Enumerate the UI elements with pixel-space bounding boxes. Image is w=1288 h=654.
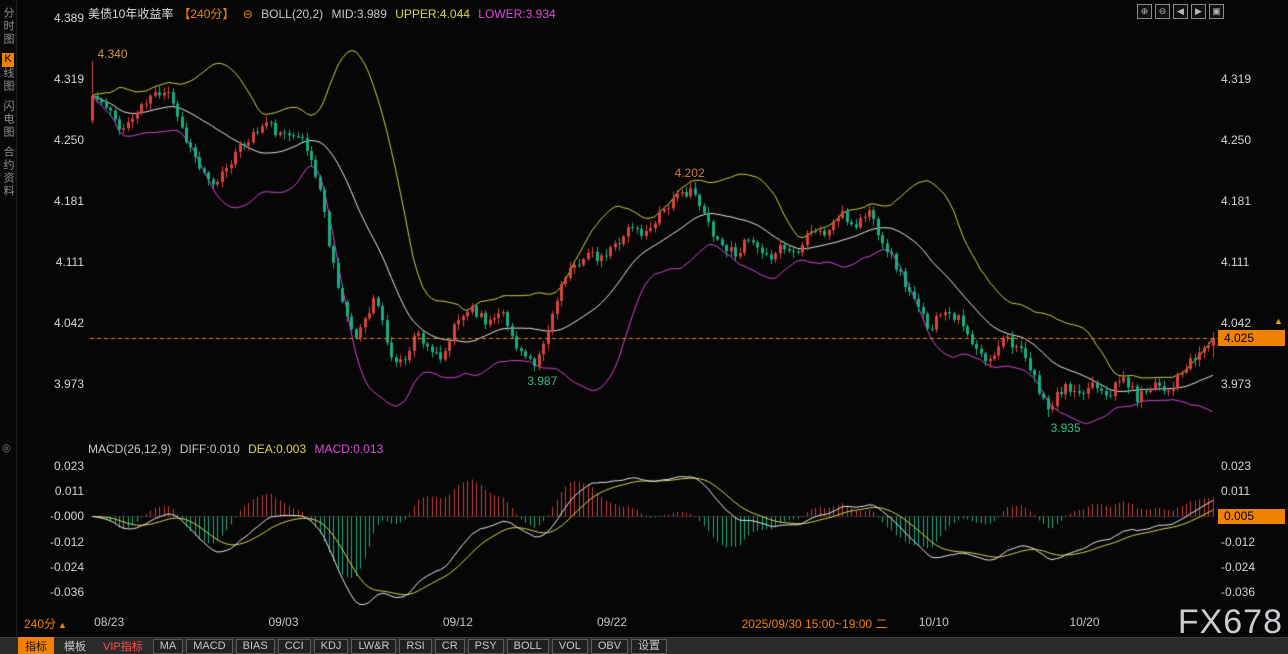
indicator-button-MACD[interactable]: MACD <box>186 639 232 654</box>
price-up-arrow-icon: ▲ <box>1274 316 1283 326</box>
bottom-toolbar: 指标模板VIP指标MAMACD BIASCCIKDJLW&RRSI CRPSYBOL… <box>0 637 1288 654</box>
macd-tick-right: -0.036 <box>1221 585 1255 599</box>
toolbar-tab-VIP指标[interactable]: VIP指标 <box>96 637 150 654</box>
price-tick-right: 4.042 <box>1221 316 1251 330</box>
sidebar-item-3[interactable]: 合约资料 <box>1 146 15 198</box>
sidebar-item-label: 线图 <box>2 67 14 93</box>
sidebar-item-1[interactable]: K线图 <box>1 53 15 93</box>
left-sidebar: 分时图 K线图闪电图合约资料 <box>0 0 17 636</box>
macd-tick-left: -0.012 <box>44 535 84 549</box>
time-tick-label: 09/12 <box>443 615 473 629</box>
macd-tick-right: -0.012 <box>1221 535 1255 549</box>
indicator-button-RSI[interactable]: RSI <box>399 639 431 654</box>
time-tick-label: 09/03 <box>268 615 298 629</box>
indicator-button-BOLL[interactable]: BOLL <box>507 639 549 654</box>
time-tick-label: 09/22 <box>597 615 627 629</box>
time-axis: 240分▲ 08/23 09/03 09/12 09/22 10/10 10/20 202… <box>0 615 1288 637</box>
macd-dea-value: DEA:0.003 <box>248 442 306 456</box>
current-price-tag: 4.025 <box>1218 330 1285 346</box>
zoom-in-icon[interactable]: ⊕ <box>1137 4 1152 19</box>
macd-macd-value: MACD:0.013 <box>314 442 383 456</box>
price-tick-right: 3.973 <box>1221 377 1251 391</box>
scroll-left-icon[interactable]: ◀ <box>1173 4 1188 19</box>
macd-tick-left: -0.024 <box>44 560 84 574</box>
settings-button[interactable]: 设置 <box>631 639 667 654</box>
price-tick-left: 4.181 <box>44 194 84 208</box>
active-tab-marker: K <box>2 53 14 67</box>
price-tick-right: 4.181 <box>1221 194 1251 208</box>
indicator-button-VOL[interactable]: VOL <box>552 639 588 654</box>
toolbar-tab-模板[interactable]: 模板 <box>57 637 93 654</box>
time-tick-label: 10/20 <box>1069 615 1099 629</box>
price-tick-left: 4.111 <box>44 255 84 269</box>
toolbar-tab-指标[interactable]: 指标 <box>18 637 54 654</box>
macd-tick-left: 0.011 <box>44 484 84 498</box>
time-tick-label: 08/23 <box>94 615 124 629</box>
collapse-icon[interactable]: ⊖ <box>243 7 253 21</box>
macd-tick-right: 0.011 <box>1221 484 1250 498</box>
boll-mid-value: MID:3.989 <box>332 7 387 21</box>
indicator-button-OBV[interactable]: OBV <box>591 639 628 654</box>
price-tick-left: 3.973 <box>44 377 84 391</box>
price-annotation: 3.935 <box>1051 421 1081 435</box>
price-tick-right: 4.111 <box>1221 255 1249 269</box>
boll-upper-value: UPPER:4.044 <box>395 7 470 21</box>
indicator-button-CCI[interactable]: CCI <box>278 639 311 654</box>
indicator-button-MA[interactable]: MA <box>153 639 184 654</box>
trading-app: 分时图 K线图闪电图合约资料 ◎ 美债10年收益率【240分】 ⊖ BOLL(20… <box>0 0 1288 654</box>
price-tick-right: 4.319 <box>1221 72 1251 86</box>
macd-tick-right: 0.023 <box>1221 459 1251 473</box>
price-tick-left: 4.042 <box>44 316 84 330</box>
period-selector-label: 240分 <box>24 617 56 631</box>
chart-header: 美债10年收益率【240分】 ⊖ BOLL(20,2) MID:3.989 UP… <box>88 5 561 22</box>
period-label: 【240分】 <box>178 7 234 21</box>
indicator-button-PSY[interactable]: PSY <box>468 639 504 654</box>
macd-tick-right: -0.024 <box>1221 560 1255 574</box>
price-annotation: 3.987 <box>527 374 557 388</box>
period-selector[interactable]: 240分▲ <box>24 615 67 632</box>
macd-name: MACD(26,12,9) <box>88 442 171 456</box>
indicator-button-BIAS[interactable]: BIAS <box>236 639 275 654</box>
price-annotation: 4.202 <box>675 166 705 180</box>
macd-diff-value: DIFF:0.010 <box>180 442 240 456</box>
price-chart-canvas[interactable] <box>0 0 1288 654</box>
indicator-button-CR[interactable]: CR <box>435 639 465 654</box>
zoom-out-icon[interactable]: ⊖ <box>1155 4 1170 19</box>
fullscreen-icon[interactable]: ▣ <box>1209 4 1224 19</box>
sidebar-item-0[interactable]: 分时图 <box>1 7 15 46</box>
sidebar-item-2[interactable]: 闪电图 <box>1 100 15 139</box>
macd-tick-left: 0.023 <box>44 459 84 473</box>
chart-zoom-controls: ⊕⊖◀▶▣ <box>1137 4 1224 19</box>
boll-lower-value: LOWER:3.934 <box>478 7 555 21</box>
highlighted-date-label: 2025/09/30 15:00~19:00 二 <box>742 615 888 632</box>
indicator-button-KDJ[interactable]: KDJ <box>314 639 349 654</box>
indicator-button-LW&R[interactable]: LW&R <box>351 639 396 654</box>
macd-header: MACD(26,12,9) DIFF:0.010 DEA:0.003 MACD:… <box>88 442 388 456</box>
chevron-up-icon: ▲ <box>58 620 67 630</box>
indicator-dot-icon[interactable]: ◎ <box>2 443 11 454</box>
instrument-title: 美债10年收益率 <box>88 7 173 21</box>
price-tick-left: 4.250 <box>44 133 84 147</box>
macd-tick-left: -0.000 <box>44 509 84 523</box>
price-tick-left: 4.319 <box>44 72 84 86</box>
current-macd-tag: 0.005 <box>1218 509 1285 524</box>
boll-indicator-label: BOLL(20,2) <box>261 7 323 21</box>
price-tick-left: 4.389 <box>44 11 84 25</box>
price-tick-right: 4.250 <box>1221 133 1251 147</box>
price-annotation: 4.340 <box>98 47 128 61</box>
time-tick-label: 10/10 <box>919 615 949 629</box>
scroll-right-icon[interactable]: ▶ <box>1191 4 1206 19</box>
macd-tick-left: -0.036 <box>44 585 84 599</box>
